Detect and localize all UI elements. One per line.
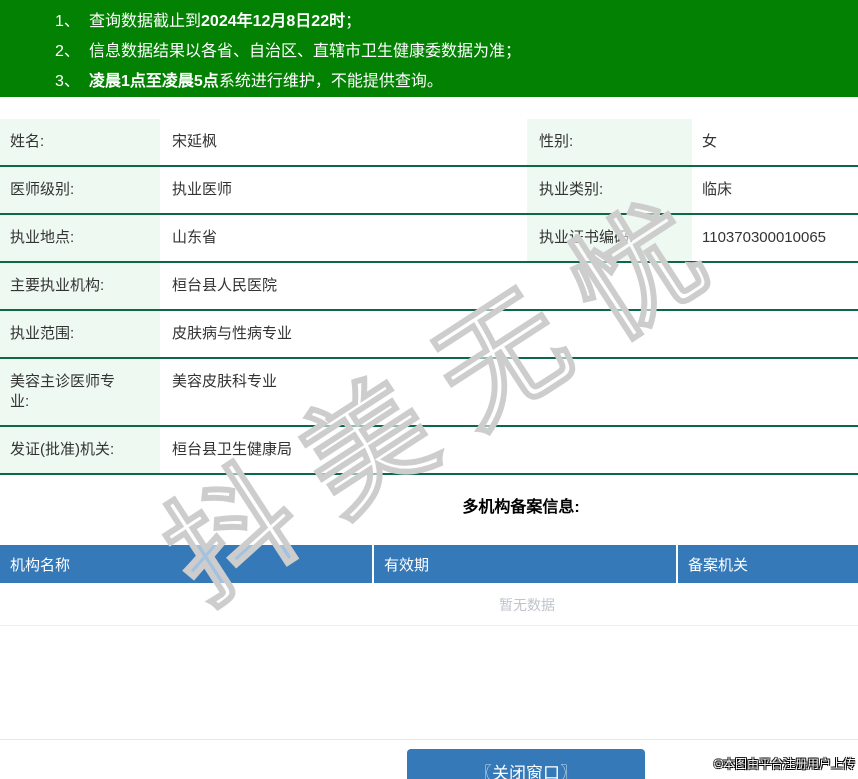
- table-row: 执业范围: 皮肤病与性病专业: [0, 310, 858, 359]
- table-row: 姓名: 宋延枫 性别: 女: [0, 119, 858, 167]
- notice-line-text: 查询数据截止到: [89, 13, 202, 30]
- org-table-header-institution: 机构名称: [10, 556, 71, 574]
- field-label-practice-scope: 执业范围:: [0, 310, 160, 359]
- notice-banner: 1、 查询数据截止到2024年12月8日22时； 2、 信息数据结果以各省、自治区、…: [0, 0, 858, 97]
- field-value-name: 宋延枫: [160, 119, 527, 167]
- notice-line-number: 2、: [55, 43, 80, 60]
- field-label-name: 姓名:: [0, 119, 160, 167]
- footer: 〖关闭窗口〗 ©本图由平台注册用户上传: [0, 740, 858, 779]
- field-value-practice-category: 临床: [692, 166, 858, 215]
- notice-line-text: ；: [345, 13, 362, 30]
- field-value-cosmetic-specialty: 美容皮肤科专业: [160, 358, 858, 427]
- image-credit: ©本图由平台注册用户上传: [714, 757, 855, 771]
- field-value-practice-scope: 皮肤病与性病专业: [160, 310, 858, 359]
- notice-line-2: 2、 信息数据结果以各省、自治区、直辖市卫生健康委数据为准；: [55, 37, 858, 67]
- field-value-doctor-level: 执业医师: [160, 166, 527, 215]
- field-label-gender: 性别:: [527, 119, 692, 167]
- field-value-gender: 女: [692, 119, 858, 167]
- field-value-main-institution: 桓台县人民医院: [160, 262, 858, 311]
- notice-line-text: 系统进行维护，不能提供查询。: [218, 73, 443, 90]
- notice-line-text: 信息数据结果以各省、自治区、直辖市卫生健康委数据为准；: [89, 43, 522, 60]
- field-value-issuing-authority: 桓台县卫生健康局: [160, 426, 858, 475]
- field-value-practice-location: 山东省: [160, 214, 527, 263]
- org-table-header: 机构名称 有效期 备案机关: [0, 545, 858, 583]
- notice-line-number: 1、: [55, 13, 80, 30]
- notice-line-1: 1、 查询数据截止到2024年12月8日22时；: [55, 7, 858, 37]
- field-label-certificate-number: 执业证书编码:: [527, 214, 692, 263]
- close-window-button[interactable]: 〖关闭窗口〗: [407, 749, 645, 779]
- field-label-practice-location: 执业地点:: [0, 214, 160, 263]
- field-label-doctor-level: 医师级别:: [0, 166, 160, 215]
- field-label-main-institution: 主要执业机构:: [0, 262, 160, 311]
- org-table-header-authority: 备案机关: [676, 545, 858, 583]
- notice-line-3: 3、 凌晨1点至凌晨5点系统进行维护，不能提供查询。: [55, 67, 858, 97]
- notice-line-number: 3、: [55, 73, 80, 90]
- doctor-info-table: 姓名: 宋延枫 性别: 女 医师级别: 执业医师 执业类别: 临床 执业地点: …: [0, 119, 858, 475]
- field-label-cosmetic-specialty: 美容主诊医师专业:: [0, 358, 160, 427]
- org-table-body-spacer: [0, 626, 858, 740]
- notice-line-bold: 凌晨1点至凌晨5点: [89, 73, 219, 90]
- table-row: 美容主诊医师专业: 美容皮肤科专业: [0, 358, 858, 427]
- table-row: 发证(批准)机关: 桓台县卫生健康局: [0, 426, 858, 475]
- table-row: 医师级别: 执业医师 执业类别: 临床: [0, 166, 858, 215]
- org-table-header-validity: 有效期: [372, 545, 676, 583]
- field-label-practice-category: 执业类别:: [527, 166, 692, 215]
- multi-org-section-title: 多机构备案信息:: [462, 499, 580, 516]
- field-value-certificate-number: 110370300010065: [692, 214, 858, 263]
- empty-placeholder: 暂无数据: [0, 583, 858, 626]
- table-row: 执业地点: 山东省 执业证书编码: 110370300010065: [0, 214, 858, 263]
- notice-line-bold: 2024年12月8日22时: [201, 13, 346, 30]
- table-row: 主要执业机构: 桓台县人民医院: [0, 262, 858, 311]
- field-label-issuing-authority: 发证(批准)机关:: [0, 426, 160, 475]
